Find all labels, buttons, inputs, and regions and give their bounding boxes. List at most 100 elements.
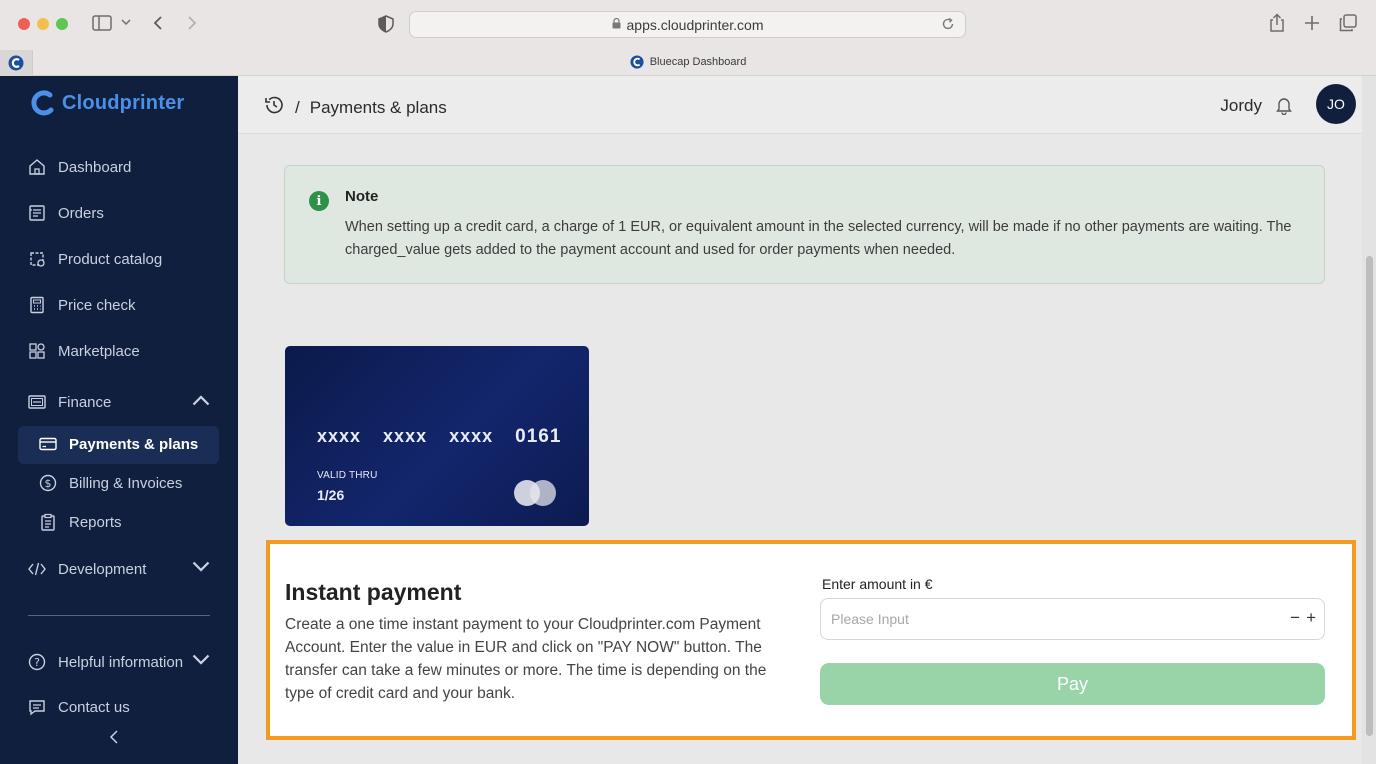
sidebar-item-label: Finance [58, 393, 112, 411]
marketplace-icon [29, 343, 45, 359]
note-box: i Note When setting up a credit card, a … [284, 165, 1325, 284]
pay-button[interactable]: Pay [820, 663, 1325, 705]
info-icon: i [309, 191, 329, 211]
card-number-group: xxxx [449, 426, 494, 446]
sidebar-item-price-check[interactable]: Price check [28, 296, 136, 314]
sidebar-item-label: Contact us [58, 698, 130, 716]
sidebar-item-helpful-information[interactable]: ? Helpful information [28, 653, 210, 671]
breadcrumb-separator: / [295, 97, 300, 117]
share-icon[interactable] [1268, 13, 1286, 33]
cloudprinter-logo[interactable]: Cloudprinter [28, 88, 184, 118]
sidebar-divider [28, 615, 210, 616]
chevron-down-icon[interactable] [192, 651, 210, 673]
finance-icon [28, 395, 46, 409]
calculator-icon [30, 296, 44, 314]
code-icon [28, 562, 46, 576]
minimize-window-button[interactable] [37, 18, 49, 30]
help-icon: ? [28, 653, 46, 671]
logo-text: Cloudprinter [62, 91, 185, 114]
instant-payment-panel: Instant payment Create a one time instan… [266, 540, 1356, 740]
sidebar-item-label: Dashboard [58, 158, 132, 176]
credit-card[interactable]: xxxx xxxx xxxx 0161 VALID THRU 1/26 [285, 346, 589, 526]
sidebar-item-finance[interactable]: Finance [28, 393, 210, 411]
page-title: Payments & plans [309, 97, 447, 117]
amount-field[interactable]: − + [820, 598, 1325, 640]
instant-payment-title: Instant payment [285, 579, 462, 605]
sidebar-item-label: Billing & Invoices [69, 474, 183, 492]
close-window-button[interactable] [18, 18, 30, 30]
amount-label: Enter amount in € [822, 576, 933, 592]
sidebar-item-label: Development [58, 560, 147, 578]
sidebar-item-contact-us[interactable]: Contact us [28, 698, 130, 716]
card-icon [39, 437, 57, 451]
top-bar: / Payments & plans Jordy JO [238, 76, 1362, 134]
maximize-window-button[interactable] [56, 18, 68, 30]
catalog-icon [30, 252, 45, 267]
back-icon[interactable] [152, 15, 164, 31]
orders-icon [29, 205, 45, 221]
chevron-up-icon[interactable] [192, 391, 210, 413]
card-number-group: xxxx [383, 426, 428, 446]
sidebar-item-label: Marketplace [58, 342, 140, 360]
sidebar-item-product-catalog[interactable]: Product catalog [28, 250, 162, 268]
note-title: Note [345, 188, 379, 205]
chevron-down-icon[interactable] [192, 558, 210, 580]
amount-input[interactable] [831, 609, 1251, 629]
svg-text:?: ? [34, 656, 40, 669]
url-text: apps.cloudprinter.com [626, 16, 764, 33]
chevron-down-icon[interactable] [121, 18, 131, 26]
decrement-button[interactable]: − [1290, 608, 1300, 628]
sidebar-item-label: Payments & plans [69, 435, 199, 453]
sidebar-item-development[interactable]: Development [28, 560, 210, 578]
note-body: When setting up a credit card, a charge … [345, 219, 1292, 258]
main-content: / Payments & plans Jordy JO i Note When … [238, 76, 1376, 764]
chat-icon [29, 700, 45, 716]
user-name[interactable]: Jordy [1220, 96, 1262, 116]
cloudprinter-favicon-icon [630, 55, 644, 69]
window-controls [18, 18, 68, 30]
sidebar-item-dashboard[interactable]: Dashboard [28, 158, 131, 176]
sidebar-item-label: Reports [69, 513, 122, 531]
sidebar: Cloudprinter Dashboard Orders Product ca… [0, 76, 238, 764]
dollar-icon: $ [39, 474, 57, 492]
card-number-last-four: 0161 [515, 426, 562, 447]
tab-title-text: Bluecap Dashboard [649, 56, 747, 68]
sidebar-item-label: Product catalog [58, 250, 163, 268]
increment-button[interactable]: + [1306, 608, 1316, 628]
avatar[interactable]: JO [1316, 84, 1356, 124]
mastercard-icon [514, 480, 558, 506]
shield-icon[interactable] [378, 15, 394, 33]
svg-text:$: $ [45, 477, 52, 490]
sidebar-item-marketplace[interactable]: Marketplace [28, 342, 140, 360]
active-tab[interactable]: Bluecap Dashboard [0, 55, 1376, 69]
tab-overview-icon[interactable] [1339, 14, 1357, 32]
sidebar-toggle-icon[interactable] [92, 15, 112, 31]
scrollbar-thumb[interactable] [1366, 256, 1373, 736]
home-icon [29, 159, 45, 175]
valid-thru-label: VALID THRU [317, 470, 378, 481]
history-icon[interactable] [263, 94, 285, 121]
lock-icon [612, 17, 621, 32]
forward-icon[interactable] [186, 15, 198, 31]
valid-thru-value: 1/26 [317, 487, 345, 503]
breadcrumb: / Payments & plans [263, 94, 447, 121]
tab-bar: Bluecap Dashboard [0, 50, 1376, 76]
quantity-stepper: − + [1290, 608, 1316, 628]
card-number: xxxx xxxx xxxx 0161 [317, 426, 561, 448]
browser-chrome: apps.cloudprinter.com Bluecap Dashboard [0, 0, 1376, 76]
sidebar-item-label: Price check [58, 296, 136, 314]
sidebar-item-reports[interactable]: Reports [39, 513, 122, 531]
address-bar[interactable]: apps.cloudprinter.com [409, 11, 966, 38]
sidebar-item-payments-plans[interactable]: Payments & plans [39, 435, 198, 453]
bell-icon[interactable] [1274, 95, 1294, 120]
reload-icon[interactable] [941, 17, 955, 34]
clipboard-icon [41, 513, 55, 531]
sidebar-item-orders[interactable]: Orders [28, 204, 104, 222]
sidebar-item-billing-invoices[interactable]: $ Billing & Invoices [39, 474, 182, 492]
cloudprinter-logo-icon [31, 90, 54, 116]
new-tab-icon[interactable] [1304, 15, 1320, 31]
scrollbar[interactable] [1362, 76, 1376, 764]
sidebar-item-label: Helpful information [58, 653, 184, 671]
instant-payment-description: Create a one time instant payment to you… [285, 616, 767, 702]
collapse-sidebar-icon[interactable] [108, 730, 120, 749]
